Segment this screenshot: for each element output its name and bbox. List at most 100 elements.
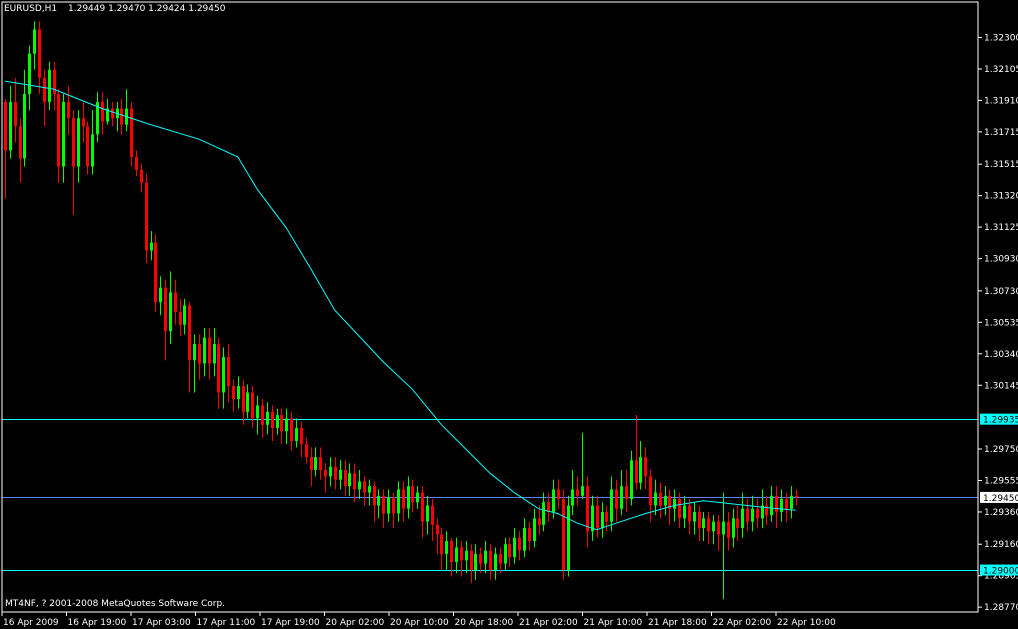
candle-body-3	[19, 126, 22, 159]
candle-body-41	[203, 337, 206, 364]
candle-body-5	[28, 53, 31, 94]
candle-body-73	[358, 481, 361, 490]
candle-body-86	[421, 492, 424, 522]
candle-body-40	[198, 344, 201, 364]
candle-body-37	[183, 305, 186, 325]
candle-body-50	[246, 392, 249, 412]
candle-body-153	[746, 508, 749, 522]
x-tick-label-12: 22 Apr 10:00	[777, 618, 836, 628]
candle-body-16	[82, 118, 85, 127]
candle-body-97	[474, 553, 477, 571]
candle-body-163	[795, 495, 798, 498]
candle-body-133	[649, 476, 652, 506]
candle-body-24	[120, 108, 123, 125]
time-axis: 16 Apr 2009 16 Apr 19:00 17 Apr 03:00 17 Ap…	[1, 612, 836, 628]
candle-body-20	[101, 102, 104, 122]
candle-body-124	[605, 511, 608, 522]
candle-body-131	[639, 457, 642, 483]
candle-body-138	[673, 499, 676, 509]
candle-body-107	[523, 528, 526, 551]
candle-body-125	[610, 489, 613, 522]
candle-body-64	[314, 457, 317, 470]
candle-body-148	[722, 521, 725, 535]
candle-body-88	[431, 505, 434, 525]
candle-body-75	[368, 486, 371, 493]
price-chart[interactable]: EURUSD,H1 1.29449 1.29470 1.29424 1.2945…	[0, 0, 1018, 629]
candle-body-118	[576, 489, 579, 496]
candle-body-119	[581, 486, 584, 496]
candle-body-145	[707, 518, 710, 532]
candle-body-6	[33, 29, 36, 54]
y-tick-label-14: 1.29555	[984, 476, 1018, 486]
candle-body-27	[135, 156, 138, 170]
candle-body-15	[77, 118, 80, 167]
candle-body-150	[732, 518, 735, 538]
y-tick-label-8: 1.30730	[984, 287, 1018, 297]
candle-body-2	[14, 102, 17, 127]
candle-body-127	[620, 486, 623, 509]
candle-body-113	[552, 489, 555, 512]
candle-body-109	[533, 518, 536, 541]
candle-body-68	[334, 466, 337, 480]
candle-body-92	[450, 540, 453, 562]
candle-body-105	[513, 537, 516, 558]
price-tag-label-0: 1.29935	[983, 416, 1018, 426]
candle-body-81	[397, 489, 400, 514]
candle-body-4	[23, 93, 26, 159]
candle-body-93	[455, 547, 458, 562]
candle-body-33	[164, 287, 167, 332]
candle-body-72	[353, 473, 356, 490]
y-tick-label-20: 1.28770	[984, 603, 1018, 613]
candle-body-67	[329, 466, 332, 477]
candle-body-78	[382, 495, 385, 514]
candle-body-95	[465, 550, 468, 561]
candle-body-106	[518, 537, 521, 551]
candle-body-44	[217, 344, 220, 393]
y-tick-label-11: 1.30145	[984, 381, 1018, 391]
candle-body-82	[402, 489, 405, 509]
candle-body-102	[499, 553, 502, 564]
candle-body-160	[780, 499, 783, 512]
candle-body-144	[702, 518, 705, 529]
candle-body-122	[596, 505, 599, 529]
candle-body-61	[300, 428, 303, 445]
candle-body-77	[377, 495, 380, 506]
candle-body-62	[305, 444, 308, 458]
y-tick-label-3: 1.31715	[984, 128, 1018, 138]
x-tick-label-1: 16 Apr 19:00	[68, 618, 127, 628]
candle-body-111	[542, 502, 545, 525]
candle-body-69	[339, 469, 342, 480]
candle-body-8	[43, 77, 46, 103]
candle-body-110	[538, 518, 541, 525]
x-tick-label-7: 20 Apr 18:00	[455, 618, 514, 628]
candle-body-101	[494, 553, 497, 571]
candle-body-55	[271, 411, 274, 429]
candle-body-53	[261, 405, 264, 425]
candle-body-99	[484, 550, 487, 564]
candle-body-91	[445, 540, 448, 554]
candle-body-28	[140, 169, 143, 183]
candle-body-136	[664, 495, 667, 506]
y-tick-label-5: 1.31320	[984, 192, 1018, 202]
candle-body-157	[765, 505, 768, 516]
y-tick-label-0: 1.32300	[984, 34, 1018, 44]
candle-body-7	[38, 29, 41, 78]
y-tick-label-7: 1.30930	[984, 255, 1018, 265]
candle-body-59	[290, 418, 293, 441]
x-tick-label-4: 17 Apr 19:00	[261, 618, 320, 628]
price-tags: 1.29935 1.29450 1.29000	[980, 413, 1018, 577]
candle-body-152	[741, 508, 744, 529]
candle-body-87	[426, 505, 429, 522]
candle-body-31	[154, 242, 157, 303]
candle-body-80	[392, 497, 395, 514]
candle-body-115	[562, 499, 565, 571]
y-tick-label-9: 1.30535	[984, 318, 1018, 328]
candle-body-47	[232, 386, 235, 399]
candle-body-14	[72, 118, 75, 167]
x-tick-label-2: 17 Apr 03:00	[132, 618, 191, 628]
price-tag-label-1: 1.29450	[983, 494, 1018, 504]
candle-body-103	[504, 544, 507, 564]
x-tick-label-0: 16 Apr 2009	[3, 618, 59, 628]
candle-body-11	[57, 93, 60, 167]
candle-body-85	[416, 492, 419, 503]
